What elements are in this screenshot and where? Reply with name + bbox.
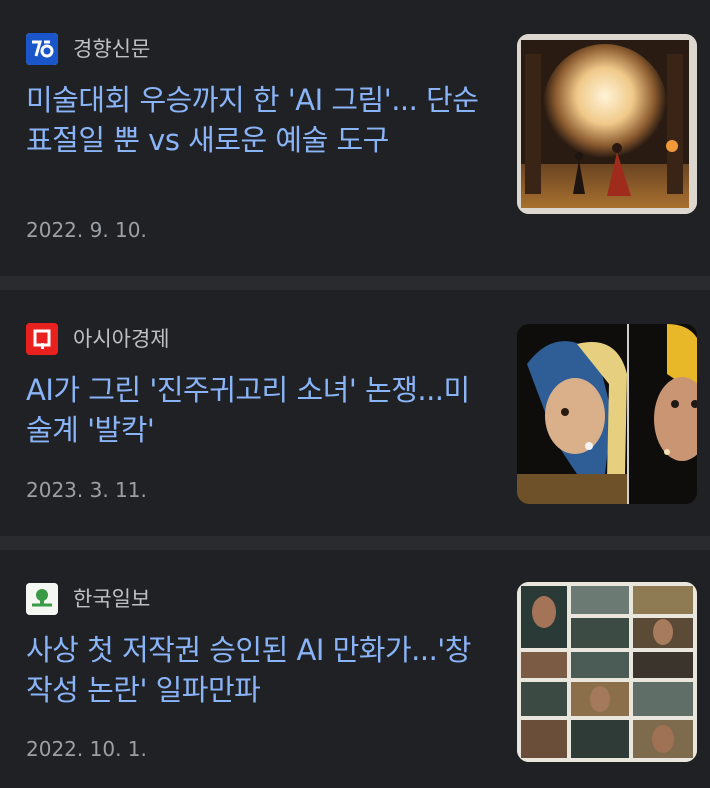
news-source: 한국일보 [26,583,150,615]
article-headline[interactable]: AI가 그린 '진주귀고리 소녀' 논쟁...미술계 '발칵' [26,370,486,450]
news-card[interactable]: 한국일보 사상 첫 저작권 승인된 AI 만화가...'창작성 논란' 일파만파… [0,550,710,788]
news-feed: 경향신문 미술대회 우승까지 한 'AI 그림'... 단순 표절일 뿐 vs … [0,0,710,788]
article-date: 2022. 10. 1. [26,737,147,761]
pearl-earring-thumbnail[interactable] [517,324,697,504]
news-source: 경향신문 [26,33,150,65]
news-card[interactable]: 경향신문 미술대회 우승까지 한 'AI 그림'... 단순 표절일 뿐 vs … [0,0,710,276]
ai-painting-thumbnail[interactable] [517,34,697,214]
hankookilbo-logo-icon [26,583,58,615]
article-date: 2022. 9. 10. [26,218,147,242]
news-card[interactable]: 아시아경제 AI가 그린 '진주귀고리 소녀' 논쟁...미술계 '발칵' 20… [0,290,710,536]
asiae-logo-icon [26,323,58,355]
article-date: 2023. 3. 11. [26,478,147,502]
ai-comic-thumbnail[interactable] [517,582,697,762]
source-name: 한국일보 [73,587,151,611]
kyunghyang-logo-icon [26,33,58,65]
news-source: 아시아경제 [26,323,170,355]
source-name: 경향신문 [73,37,151,61]
article-headline[interactable]: 사상 첫 저작권 승인된 AI 만화가...'창작성 논란' 일파만파 [26,630,486,710]
source-name: 아시아경제 [73,327,170,351]
article-headline[interactable]: 미술대회 우승까지 한 'AI 그림'... 단순 표절일 뿐 vs 새로운 예… [26,80,486,160]
